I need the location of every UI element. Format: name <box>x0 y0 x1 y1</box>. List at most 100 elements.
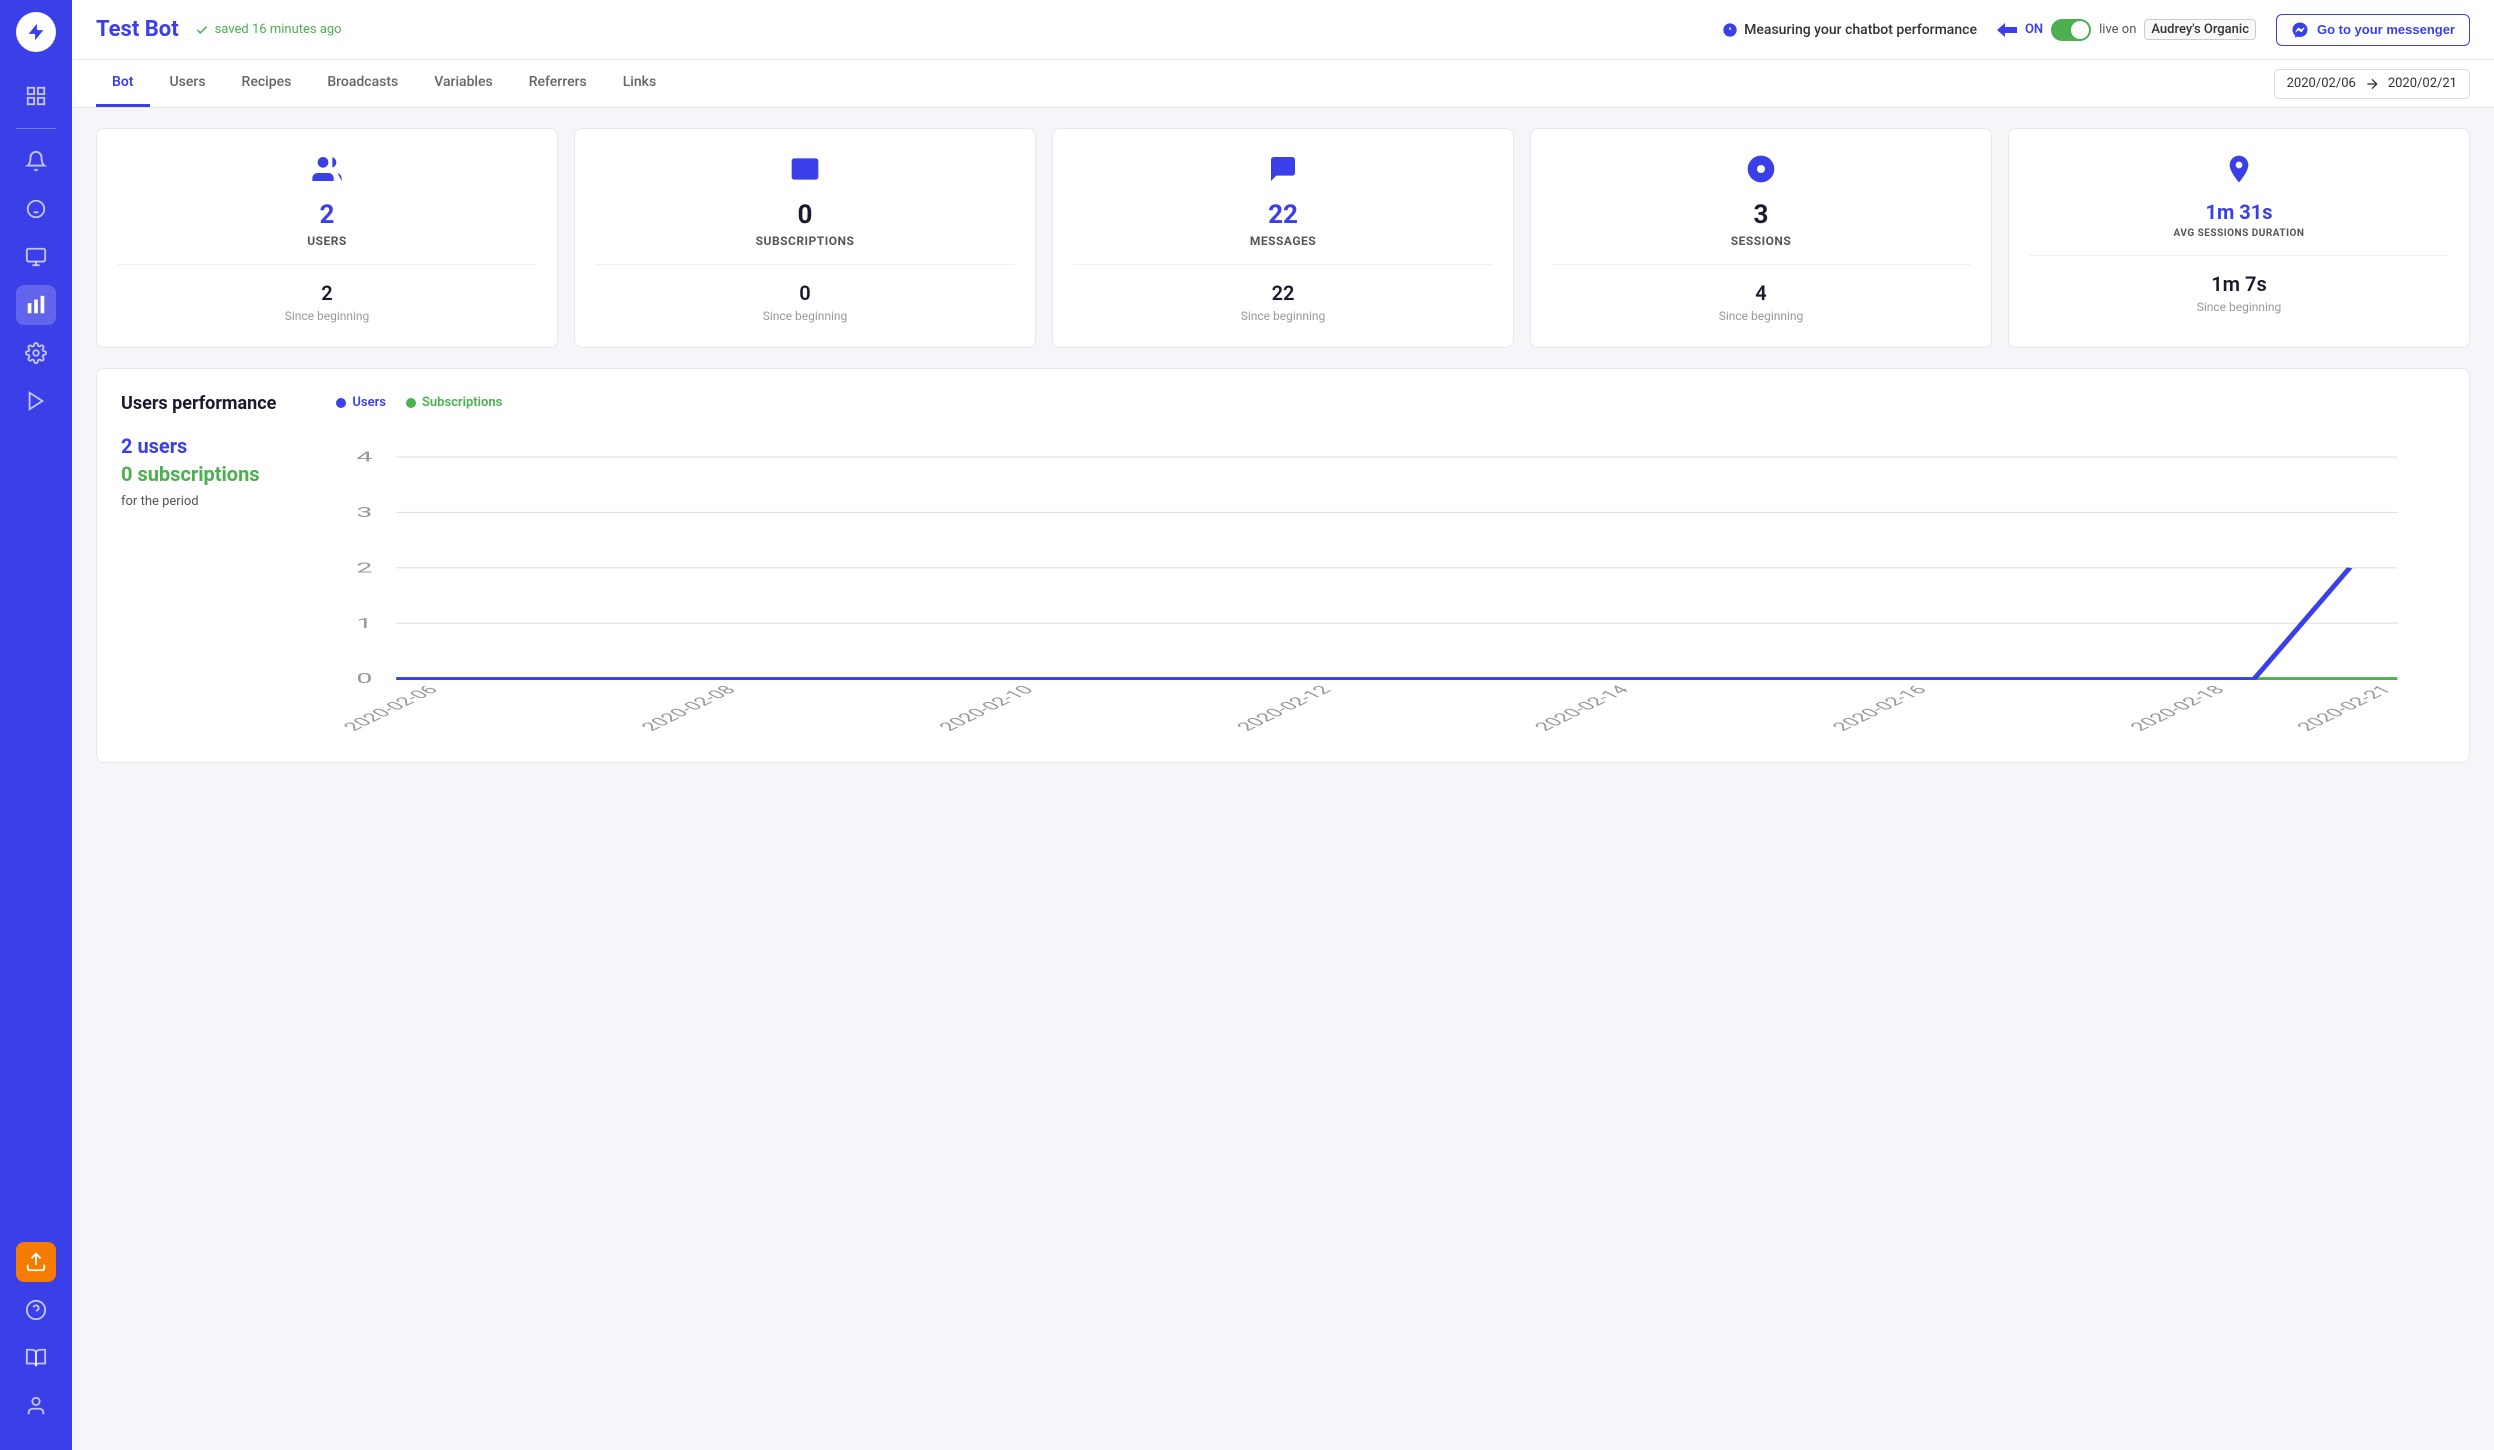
avg-duration-value: 1m 31s <box>2206 200 2273 224</box>
arrow-icon <box>1997 23 2017 37</box>
page-title: Test Bot <box>96 17 179 42</box>
legend-users[interactable]: Users <box>336 395 386 410</box>
stat-divider <box>2029 255 2449 256</box>
sidebar-divider-1 <box>16 128 56 129</box>
stat-divider <box>1551 264 1971 265</box>
stat-card-users: 2 USERS 2 Since beginning <box>96 128 558 348</box>
chart-section: Users performance Users Subscriptions 2 … <box>96 368 2470 763</box>
date-range-area: 2020/02/06 2020/02/21 <box>2274 69 2470 99</box>
book-icon[interactable] <box>16 1338 56 1378</box>
widget-icon[interactable] <box>16 237 56 277</box>
tab-broadcasts[interactable]: Broadcasts <box>311 60 414 107</box>
tab-bot[interactable]: Bot <box>96 60 150 107</box>
svg-text:2020-02-21: 2020-02-21 <box>2292 683 2397 734</box>
stat-card-sessions: 3 SESSIONS 4 Since beginning <box>1530 128 1992 348</box>
tab-referrers[interactable]: Referrers <box>513 60 603 107</box>
live-toggle[interactable] <box>2051 19 2091 41</box>
chart-area: 4 3 2 1 0 2020-02-06 2020-02-08 2020-02-… <box>301 434 2445 738</box>
play-icon[interactable] <box>16 381 56 421</box>
toggle-area: ON live on Audrey's Organic <box>1997 19 2256 41</box>
svg-text:2020-02-16: 2020-02-16 <box>1827 683 1932 734</box>
tab-links[interactable]: Links <box>607 60 672 107</box>
content-area: 2 USERS 2 Since beginning 0 SUBSCRIPTION… <box>72 108 2494 1450</box>
stat-divider <box>117 264 537 265</box>
settings-icon[interactable] <box>16 333 56 373</box>
chart-legend: Users Subscriptions <box>336 393 502 410</box>
subscriptions-since-label: Since beginning <box>763 309 848 323</box>
subscriptions-value: 0 <box>798 200 813 230</box>
chart-subs-stat: 0 subscriptions <box>121 462 281 486</box>
subscriptions-icon <box>789 153 821 192</box>
messages-since-value: 22 <box>1272 281 1295 305</box>
tab-users[interactable]: Users <box>154 60 222 107</box>
stat-card-avg-duration: 1m 31s AVG SESSIONS DURATION 1m 7s Since… <box>2008 128 2470 348</box>
person-icon[interactable] <box>16 1386 56 1426</box>
tab-recipes[interactable]: Recipes <box>226 60 308 107</box>
sidebar-logo[interactable] <box>16 12 56 52</box>
svg-text:2020-02-08: 2020-02-08 <box>636 683 741 734</box>
messages-icon <box>1267 153 1299 192</box>
svg-text:2020-02-18: 2020-02-18 <box>2125 683 2230 734</box>
svg-text:2020-02-14: 2020-02-14 <box>1530 683 1635 734</box>
chart-header: Users performance Users Subscriptions <box>121 393 2445 414</box>
messages-value: 22 <box>1268 200 1298 230</box>
legend-subscriptions[interactable]: Subscriptions <box>406 395 502 410</box>
live-on-link[interactable]: Audrey's Organic <box>2144 19 2256 40</box>
svg-text:2: 2 <box>356 560 372 576</box>
legend-subs-dot <box>406 398 416 408</box>
sidebar <box>0 0 72 1450</box>
avg-duration-label: AVG SESSIONS DURATION <box>2174 228 2305 239</box>
subscriptions-since-value: 0 <box>799 281 810 305</box>
svg-text:2020-02-12: 2020-02-12 <box>1232 683 1337 734</box>
messages-label: MESSAGES <box>1250 234 1316 248</box>
stat-card-messages: 22 MESSAGES 22 Since beginning <box>1052 128 1514 348</box>
users-icon <box>311 153 343 192</box>
nav-tabs: Bot Users Recipes Broadcasts Variables R… <box>72 60 2494 108</box>
avg-duration-since-label: Since beginning <box>2197 300 2282 314</box>
line-chart-svg: 4 3 2 1 0 2020-02-06 2020-02-08 2020-02-… <box>301 434 2445 734</box>
live-on-label: live on <box>2099 22 2136 37</box>
tab-variables[interactable]: Variables <box>418 60 508 107</box>
svg-text:2020-02-06: 2020-02-06 <box>338 683 443 734</box>
sessions-label: SESSIONS <box>1731 234 1792 248</box>
subscriptions-label: SUBSCRIPTIONS <box>756 234 855 248</box>
saved-status: saved 16 minutes ago <box>195 22 342 37</box>
bell-icon[interactable] <box>16 141 56 181</box>
stat-card-subscriptions: 0 SUBSCRIPTIONS 0 Since beginning <box>574 128 1036 348</box>
svg-text:0: 0 <box>356 671 372 687</box>
grid-icon[interactable] <box>16 76 56 116</box>
chart-period: for the period <box>121 494 281 509</box>
messenger-button[interactable]: Go to your messenger <box>2276 14 2470 46</box>
main-content: Test Bot saved 16 minutes ago Measuring … <box>72 0 2494 1450</box>
header: Test Bot saved 16 minutes ago Measuring … <box>72 0 2494 60</box>
svg-text:2020-02-10: 2020-02-10 <box>934 683 1039 734</box>
svg-text:1: 1 <box>356 616 372 632</box>
chart-stats-left: 2 users 0 subscriptions for the period <box>121 434 281 738</box>
avg-duration-since-value: 1m 7s <box>2211 272 2266 296</box>
users-since-label: Since beginning <box>285 309 370 323</box>
chart-container: 2 users 0 subscriptions for the period 4 <box>121 434 2445 738</box>
upload-icon[interactable] <box>16 1242 56 1282</box>
sessions-since-value: 4 <box>1755 281 1766 305</box>
chart-users-stat: 2 users <box>121 434 281 458</box>
header-right: Measuring your chatbot performance ON li… <box>1722 14 2470 46</box>
help-icon[interactable] <box>16 1290 56 1330</box>
sessions-icon <box>1745 153 1777 192</box>
users-label: USERS <box>307 234 347 248</box>
measuring-label: Measuring your chatbot performance <box>1722 22 1977 38</box>
stat-divider <box>1073 264 1493 265</box>
toggle-label: ON <box>2025 22 2043 37</box>
sessions-since-label: Since beginning <box>1719 309 1804 323</box>
chart-icon[interactable] <box>16 285 56 325</box>
sessions-value: 3 <box>1754 200 1769 230</box>
svg-text:3: 3 <box>356 505 372 521</box>
legend-users-dot <box>336 398 346 408</box>
date-range[interactable]: 2020/02/06 2020/02/21 <box>2274 69 2470 99</box>
mask-icon[interactable] <box>16 189 56 229</box>
messages-since-label: Since beginning <box>1241 309 1326 323</box>
users-value: 2 <box>320 200 335 230</box>
avg-sessions-icon <box>2223 153 2255 192</box>
stat-cards: 2 USERS 2 Since beginning 0 SUBSCRIPTION… <box>96 128 2470 348</box>
chart-title: Users performance <box>121 393 276 414</box>
stat-divider <box>595 264 1015 265</box>
